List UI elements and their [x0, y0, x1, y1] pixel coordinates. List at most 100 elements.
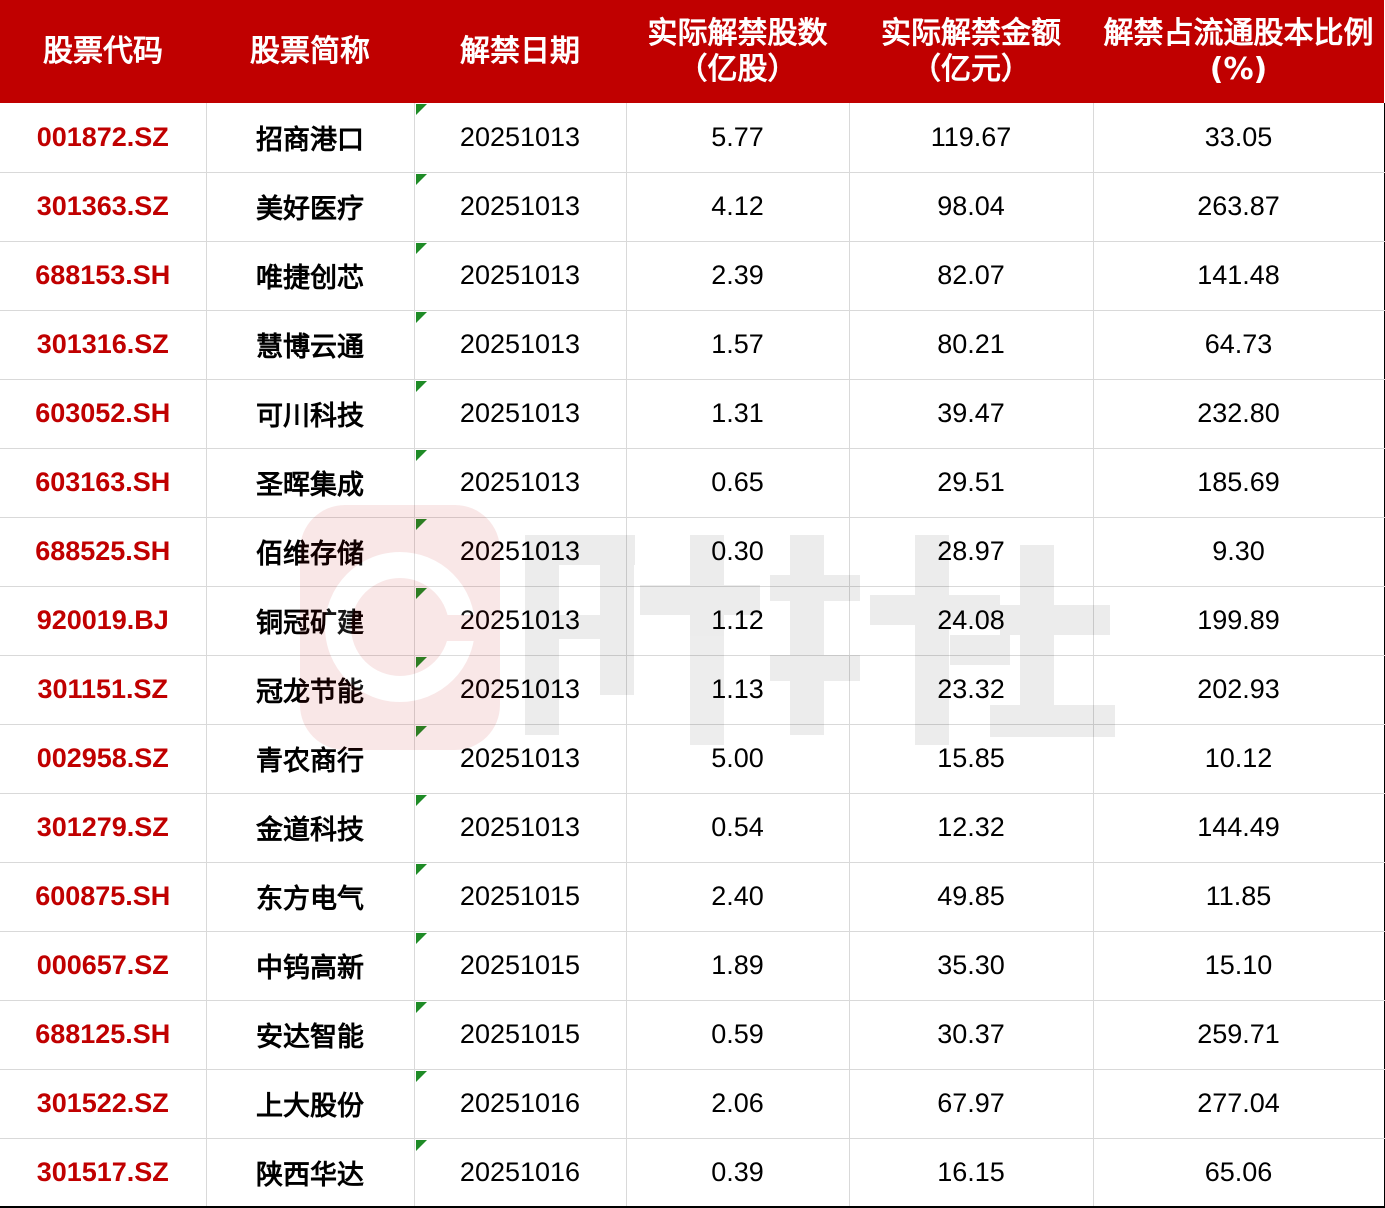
- unlock-shares-cell-text: 0.54: [711, 812, 764, 842]
- unlock-ratio-cell-text: 144.49: [1197, 812, 1280, 842]
- unlock-ratio-cell-text: 9.30: [1212, 536, 1265, 566]
- table-row: 920019.BJ 铜冠矿建 20251013 1.12 24.08 199.89: [0, 586, 1385, 656]
- unlock-amount-cell-text: 28.97: [937, 536, 1005, 566]
- unlock-amount-cell: 30.37: [849, 1000, 1094, 1070]
- stock-code-cell: 301279.SZ: [0, 793, 207, 863]
- unlock-date-cell: 20251013: [414, 310, 627, 380]
- unlock-date-cell: 20251013: [414, 793, 627, 863]
- unlock-shares-cell-text: 1.12: [711, 605, 764, 635]
- unlock-date-cell: 20251013: [414, 448, 627, 518]
- unlock-date-cell: 20251013: [414, 379, 627, 449]
- unlock-ratio-cell: 15.10: [1093, 931, 1385, 1001]
- stock-name-cell-text: 东方电气: [256, 884, 364, 915]
- unlock-amount-cell: 39.47: [849, 379, 1094, 449]
- stock-code-cell-text: 002958.SZ: [36, 743, 169, 773]
- stock-code-cell: 688525.SH: [0, 517, 207, 587]
- cell-marker-icon: [415, 932, 427, 944]
- header-name: 股票简称: [206, 0, 414, 103]
- stock-code-cell: 301522.SZ: [0, 1069, 207, 1139]
- unlock-amount-cell: 67.97: [849, 1069, 1094, 1139]
- stock-name-cell-text: 可川科技: [256, 401, 364, 432]
- stock-name-cell-text: 招商港口: [256, 124, 364, 156]
- unlock-ratio-cell-text: 202.93: [1197, 674, 1280, 704]
- unlock-shares-cell: 1.89: [626, 931, 850, 1001]
- unlock-shares-cell-text: 0.59: [711, 1019, 764, 1049]
- table-body: 001872.SZ 招商港口 20251013 5.77 119.67 33.05 3013…: [0, 103, 1385, 1208]
- unlock-ratio-cell-text: 185.69: [1197, 467, 1280, 497]
- stock-name-cell: 金道科技: [206, 793, 415, 863]
- stock-name-cell-text: 金道科技: [256, 815, 364, 846]
- unlock-amount-cell-text: 29.51: [937, 467, 1005, 497]
- unlock-shares-cell-text: 2.06: [711, 1088, 764, 1118]
- unlock-shares-cell-text: 0.30: [711, 536, 764, 566]
- table-row: 600875.SH 东方电气 20251015 2.40 49.85 11.85: [0, 862, 1385, 932]
- cell-marker-icon: [415, 1070, 427, 1082]
- stock-code-cell-text: 301316.SZ: [36, 329, 169, 359]
- stock-code-cell-text: 301517.SZ: [36, 1156, 169, 1187]
- unlock-ratio-cell-text: 10.12: [1204, 743, 1273, 773]
- stock-name-cell: 上大股份: [206, 1069, 415, 1139]
- unlock-date-cell: 20251013: [414, 241, 627, 311]
- cell-marker-icon: [415, 104, 427, 115]
- unlock-date-cell-text: 20251015: [459, 950, 581, 980]
- unlock-shares-cell: 4.12: [626, 172, 850, 242]
- unlock-date-cell-text: 20251013: [459, 121, 581, 152]
- table-row: 603052.SH 可川科技 20251013 1.31 39.47 232.80: [0, 379, 1385, 449]
- unlock-amount-cell: 29.51: [849, 448, 1094, 518]
- stock-name-cell: 安达智能: [206, 1000, 415, 1070]
- unlock-ratio-cell: 202.93: [1093, 655, 1385, 725]
- cell-marker-icon: [415, 863, 427, 875]
- unlock-date-cell-text: 20251013: [459, 812, 581, 842]
- unlock-date-cell-text: 20251013: [459, 398, 581, 428]
- unlock-amount-cell-text: 39.47: [937, 398, 1005, 428]
- unlock-date-cell-text: 20251013: [459, 536, 581, 566]
- stock-code-cell: 301151.SZ: [0, 655, 207, 725]
- stock-name-cell: 陕西华达: [206, 1138, 415, 1208]
- unlock-ratio-cell-text: 33.05: [1204, 121, 1273, 152]
- unlock-shares-cell: 0.39: [626, 1138, 850, 1208]
- unlock-ratio-cell-text: 259.71: [1197, 1019, 1280, 1049]
- cell-marker-icon: [415, 1139, 427, 1151]
- unlock-shares-cell-text: 2.39: [711, 260, 764, 290]
- page: 股票代码 股票简称 解禁日期 实际解禁股数（亿股） 实际解禁金额（亿元） 解禁占…: [0, 0, 1385, 1208]
- table-row: 688153.SH 唯捷创芯 20251013 2.39 82.07 141.48: [0, 241, 1385, 311]
- stock-code-cell: 688153.SH: [0, 241, 207, 311]
- unlock-ratio-cell: 9.30: [1093, 517, 1385, 587]
- stock-code-cell-text: 001872.SZ: [36, 121, 169, 152]
- unlock-shares-cell-text: 1.89: [711, 950, 764, 980]
- unlock-ratio-cell-text: 15.10: [1204, 950, 1273, 980]
- unlock-ratio-cell-text: 141.48: [1197, 260, 1280, 290]
- cell-marker-icon: [415, 242, 427, 254]
- unlock-ratio-cell: 232.80: [1093, 379, 1385, 449]
- unlock-ratio-cell: 263.87: [1093, 172, 1385, 242]
- stock-name-cell: 青农商行: [206, 724, 415, 794]
- table-row: 603163.SH 圣晖集成 20251013 0.65 29.51 185.69: [0, 448, 1385, 518]
- stock-code-cell-text: 301151.SZ: [37, 674, 169, 704]
- table-row: 688525.SH 佰维存储 20251013 0.30 28.97 9.30: [0, 517, 1385, 587]
- stock-code-cell-text: 920019.BJ: [36, 605, 169, 635]
- unlock-date-cell-text: 20251013: [459, 329, 581, 359]
- unlock-amount-cell-text: 49.85: [937, 881, 1005, 911]
- unlock-date-cell: 20251013: [414, 172, 627, 242]
- stock-name-cell-text: 安达智能: [256, 1022, 364, 1053]
- stock-code-cell: 688125.SH: [0, 1000, 207, 1070]
- stock-name-cell-text: 中钨高新: [256, 953, 364, 984]
- stock-name-cell: 东方电气: [206, 862, 415, 932]
- unlock-amount-cell: 24.08: [849, 586, 1094, 656]
- unlock-amount-cell: 35.30: [849, 931, 1094, 1001]
- unlock-amount-cell-text: 119.67: [930, 121, 1012, 152]
- stock-code-cell-text: 688153.SH: [35, 260, 171, 290]
- unlock-shares-cell: 1.12: [626, 586, 850, 656]
- unlock-date-cell: 20251013: [414, 103, 627, 173]
- unlock-ratio-cell: 277.04: [1093, 1069, 1385, 1139]
- stock-code-cell-text: 301522.SZ: [36, 1088, 169, 1118]
- table-row: 000657.SZ 中钨高新 20251015 1.89 35.30 15.10: [0, 931, 1385, 1001]
- unlock-amount-cell-text: 67.97: [937, 1088, 1005, 1118]
- unlock-shares-cell: 5.77: [626, 103, 850, 173]
- unlock-amount-cell: 49.85: [849, 862, 1094, 932]
- cell-marker-icon: [415, 518, 427, 530]
- stock-name-cell-text: 陕西华达: [256, 1159, 364, 1191]
- cell-marker-icon: [415, 311, 427, 323]
- cell-marker-icon: [415, 173, 427, 185]
- unlock-amount-cell: 23.32: [849, 655, 1094, 725]
